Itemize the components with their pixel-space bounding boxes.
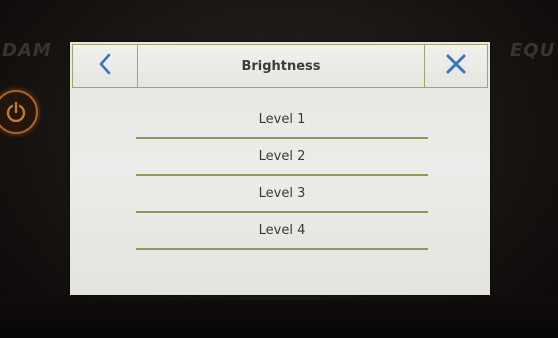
bezel-label-left: DAM <box>2 40 52 61</box>
level-option-1[interactable]: Level 1 <box>136 102 428 139</box>
power-button[interactable] <box>0 90 38 134</box>
back-button[interactable] <box>73 45 138 87</box>
level-option-4[interactable]: Level 4 <box>136 213 428 250</box>
level-option-2[interactable]: Level 2 <box>136 139 428 176</box>
close-icon <box>445 53 467 79</box>
chevron-left-icon <box>98 53 112 79</box>
level-option-3[interactable]: Level 3 <box>136 176 428 213</box>
touch-screen: Brightness Level 1 Level 2 Level 3 Level… <box>70 42 490 295</box>
level-list: Level 1 Level 2 Level 3 Level 4 <box>136 102 428 250</box>
device-frame: DAM EQU Brightness Level 1 Level 2 Level… <box>0 0 558 338</box>
bezel-label-right: EQU <box>510 40 556 61</box>
close-button[interactable] <box>424 45 487 87</box>
bezel-bottom <box>0 300 558 338</box>
screen-header: Brightness <box>72 44 488 88</box>
power-icon <box>5 101 27 123</box>
page-title: Brightness <box>241 58 321 74</box>
